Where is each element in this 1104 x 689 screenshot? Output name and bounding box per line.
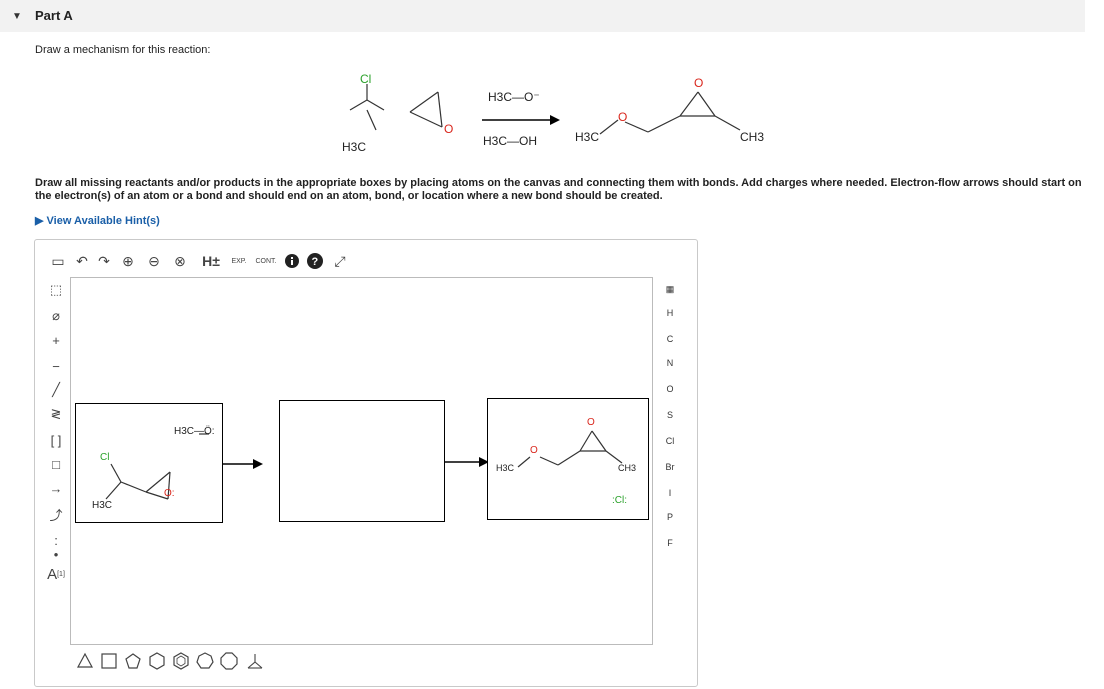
reaction-arrow-2: [445, 457, 489, 467]
product-right-methyl: CH3: [740, 130, 765, 144]
hints-caret-icon: ▶: [35, 215, 44, 227]
redo-icon[interactable]: ↷: [94, 250, 114, 272]
reaction-arrow-1: [223, 459, 263, 469]
contract-button[interactable]: CONT.: [252, 250, 280, 272]
product-epoxide-oxygen: O: [694, 76, 704, 90]
reactant-oxygen: O: [444, 122, 454, 136]
reaction-svg: [349, 84, 741, 135]
zoom-out-icon[interactable]: ⊖: [144, 250, 164, 272]
drawing-canvas[interactable]: H3C—Ö: Cl H3C O: H3C O O CH3:Cl:: [70, 277, 653, 645]
atom-p[interactable]: P: [656, 507, 684, 527]
instruction-text: Draw a mechanism for this reaction:: [35, 44, 211, 56]
fullscreen-icon[interactable]: ⤢: [330, 250, 350, 272]
svg-text:?: ?: [312, 256, 319, 268]
box3-right-methyl: CH3: [618, 463, 637, 473]
expand-button[interactable]: EXP.: [226, 250, 252, 272]
atom-cl[interactable]: Cl: [656, 431, 684, 451]
negative-charge-icon[interactable]: −: [44, 355, 68, 377]
new-document-icon[interactable]: ▭: [48, 250, 68, 272]
atom-i[interactable]: I: [656, 483, 684, 503]
box1-chlorine: Cl: [100, 452, 110, 463]
box3-ether-oxygen: O: [530, 445, 538, 456]
task-instruction: Draw all missing reactants and/or produc…: [35, 177, 1082, 202]
info-icon[interactable]: [284, 250, 300, 272]
curved-arrow-tool-icon[interactable]: ⤴: [44, 503, 68, 525]
atom-s[interactable]: S: [656, 405, 684, 425]
cycloheptane-icon[interactable]: [196, 652, 214, 670]
radical-tool-icon[interactable]: •: [44, 543, 68, 565]
part-header[interactable]: ▼ Part A: [0, 0, 1085, 32]
atom-n[interactable]: N: [656, 353, 684, 373]
cyclobutane-icon[interactable]: [100, 652, 118, 670]
benzene-icon[interactable]: [172, 652, 190, 670]
reagent-methoxide: H3C—O⁻: [488, 90, 540, 104]
view-hints-link[interactable]: ▶ View Available Hint(s): [35, 214, 160, 227]
undo-icon[interactable]: ↶: [72, 250, 92, 272]
eraser-icon[interactable]: ⌀: [44, 305, 68, 327]
intermediate-box[interactable]: [279, 400, 445, 522]
atom-o[interactable]: O: [656, 379, 684, 399]
zoom-in-icon[interactable]: ⊕: [118, 250, 138, 272]
bracket-tool-icon[interactable]: [ ]: [44, 429, 68, 451]
product-box[interactable]: H3C O O CH3 :Cl:: [487, 398, 649, 520]
help-icon[interactable]: ?: [306, 250, 324, 272]
cyclopropane-icon[interactable]: [76, 652, 94, 670]
cyclohexane-icon[interactable]: [148, 652, 166, 670]
select-tool-icon[interactable]: ⬚: [44, 279, 68, 301]
zoom-reset-icon[interactable]: ⊗: [170, 250, 190, 272]
atom-f[interactable]: F: [656, 533, 684, 553]
reaction-arrow-tool-icon[interactable]: →: [44, 477, 68, 499]
atom-h[interactable]: H: [656, 303, 684, 323]
box1-oxygen: O:: [164, 488, 175, 499]
reactant-methyl: H3C: [342, 140, 367, 154]
box3-left-methyl: H3C: [496, 463, 515, 473]
chain-tool-icon[interactable]: ≷: [44, 403, 68, 425]
part-title: Part A: [35, 8, 73, 23]
hints-label: View Available Hint(s): [46, 215, 160, 227]
cyclopentane-icon[interactable]: [124, 652, 142, 670]
box1-nucleophile: H3C—Ö:: [174, 426, 215, 437]
periodic-table-icon[interactable]: ▦: [656, 279, 684, 299]
atom-c[interactable]: C: [656, 329, 684, 349]
product-left-methyl: H3C: [575, 130, 600, 144]
label-tool-icon[interactable]: A [1]: [44, 563, 68, 585]
positive-charge-icon[interactable]: +: [44, 329, 68, 351]
reactant-chlorine: Cl: [360, 72, 372, 86]
reactant-box[interactable]: H3C—Ö: Cl H3C O:: [75, 403, 223, 523]
cyclooctane-icon[interactable]: [220, 652, 238, 670]
box1-methyl: H3C: [92, 500, 113, 511]
reagent-methanol: H3C—OH: [483, 134, 538, 148]
product-ether-oxygen: O: [618, 110, 628, 124]
box-tool-icon[interactable]: □: [44, 453, 68, 475]
collapse-caret-icon[interactable]: ▼: [12, 11, 22, 22]
label-tool-letter: A: [47, 565, 58, 583]
label-tool-index: [1]: [57, 570, 65, 578]
tert-butyl-template-icon[interactable]: [246, 652, 264, 670]
atom-br[interactable]: Br: [656, 457, 684, 477]
single-bond-icon[interactable]: ╱: [44, 379, 68, 401]
box3-chloride: :Cl:: [612, 495, 627, 506]
hydrogen-toggle-button[interactable]: H±: [198, 250, 224, 272]
box3-epoxide-oxygen: O: [587, 417, 595, 428]
